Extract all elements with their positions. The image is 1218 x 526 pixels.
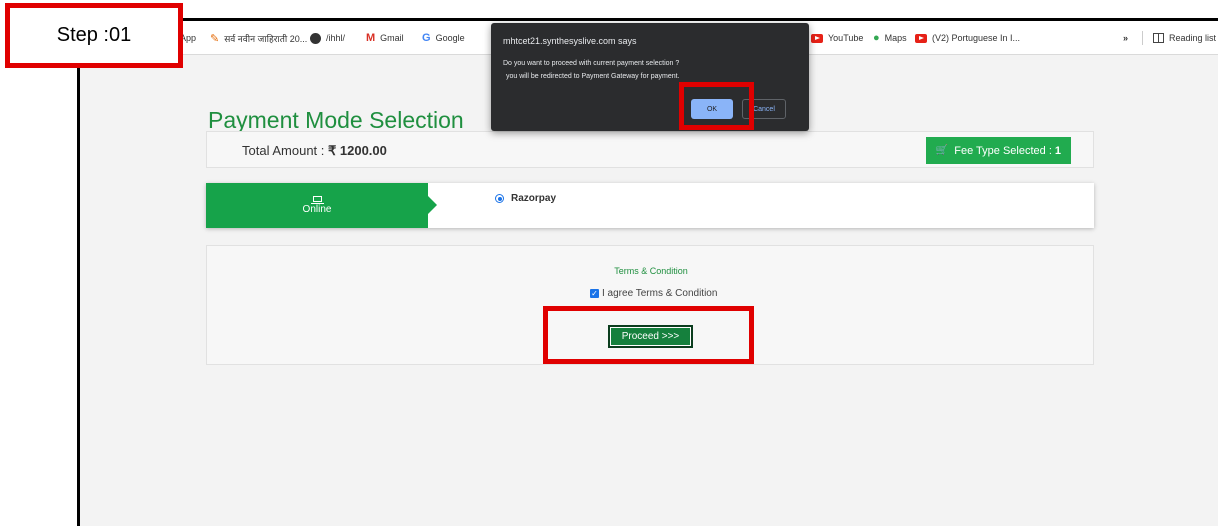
bookmark-jahirati[interactable]: ✎ सर्व नवीन जाहिराती 20... — [210, 21, 307, 55]
razorpay-option[interactable]: Razorpay — [495, 193, 556, 204]
bookmarks-divider — [1142, 31, 1143, 45]
maps-icon: ● — [873, 32, 880, 44]
youtube-icon — [811, 33, 823, 43]
bookmark-label: Maps — [884, 33, 907, 43]
terms-link[interactable]: Terms & Condition — [207, 266, 1095, 276]
total-amount: Total Amount : ₹ 1200.00 — [242, 143, 387, 159]
dialog-message: you will be redirected to Payment Gatewa… — [506, 73, 680, 80]
bookmark-gmail[interactable]: M Gmail — [366, 21, 404, 55]
total-amount-value: ₹ 1200.00 — [328, 143, 387, 158]
dialog-message: Do you want to proceed with current paym… — [503, 60, 680, 67]
dialog-title: mhtcet21.synthesyslive.com says — [503, 36, 637, 46]
bookmark-label: /ihhl/ — [326, 33, 346, 43]
gmail-icon: M — [366, 32, 376, 44]
razorpay-label: Razorpay — [511, 193, 557, 204]
youtube-icon — [915, 33, 927, 43]
bookmark-maps[interactable]: ● Maps — [873, 21, 907, 55]
reading-list-label: Reading list — [1169, 33, 1217, 43]
cart-icon: 🛒 — [935, 145, 949, 156]
bookmark-label: Google — [435, 33, 465, 43]
fee-type-count: 1 — [1054, 144, 1061, 157]
bookmark-portuguese[interactable]: (V2) Portuguese In I... — [915, 21, 1020, 55]
amount-panel: Total Amount : ₹ 1200.00 🛒 Fee Type Sele… — [206, 131, 1094, 168]
bookmark-google[interactable]: G Google — [422, 21, 465, 55]
tab-online[interactable]: Online — [206, 183, 437, 228]
highlight-proceed-box — [543, 306, 754, 364]
bookmark-youtube[interactable]: YouTube — [811, 21, 863, 55]
reading-list-icon — [1153, 33, 1164, 43]
bookmarks-overflow-button[interactable]: » — [1123, 21, 1128, 55]
bookmark-label: YouTube — [828, 33, 864, 43]
highlight-ok-box — [679, 82, 754, 130]
payment-mode-panel: Online Razorpay — [206, 183, 1094, 228]
bookmark-label: Gmail — [380, 33, 404, 43]
google-icon: G — [422, 32, 431, 44]
laptop-icon — [310, 196, 324, 204]
reading-list-button[interactable]: Reading list — [1153, 21, 1216, 55]
confirm-dialog: mhtcet21.synthesyslive.com says Do you w… — [491, 23, 809, 131]
bookmark-label: (V2) Portuguese In I... — [932, 33, 1021, 43]
fee-type-label: Fee Type Selected : — [954, 144, 1052, 157]
page-title: Payment Mode Selection — [208, 107, 464, 133]
agree-checkbox[interactable]: ✓ — [590, 289, 599, 298]
agree-terms[interactable]: ✓ I agree Terms & Condition — [590, 288, 717, 299]
bookmark-ihhl[interactable]: /ihhl/ — [310, 21, 345, 55]
globe-icon — [310, 32, 321, 44]
razorpay-radio[interactable] — [495, 194, 504, 203]
tab-online-label: Online — [302, 204, 332, 215]
fee-type-button[interactable]: 🛒 Fee Type Selected : 1 — [925, 137, 1071, 164]
total-amount-label: Total Amount : — [242, 143, 328, 158]
star-icon: ✎ — [210, 32, 220, 45]
agree-label: I agree Terms & Condition — [602, 288, 718, 299]
step-label: Step :01 — [5, 3, 183, 68]
bookmark-label: सर्व नवीन जाहिराती 20... — [224, 33, 308, 44]
